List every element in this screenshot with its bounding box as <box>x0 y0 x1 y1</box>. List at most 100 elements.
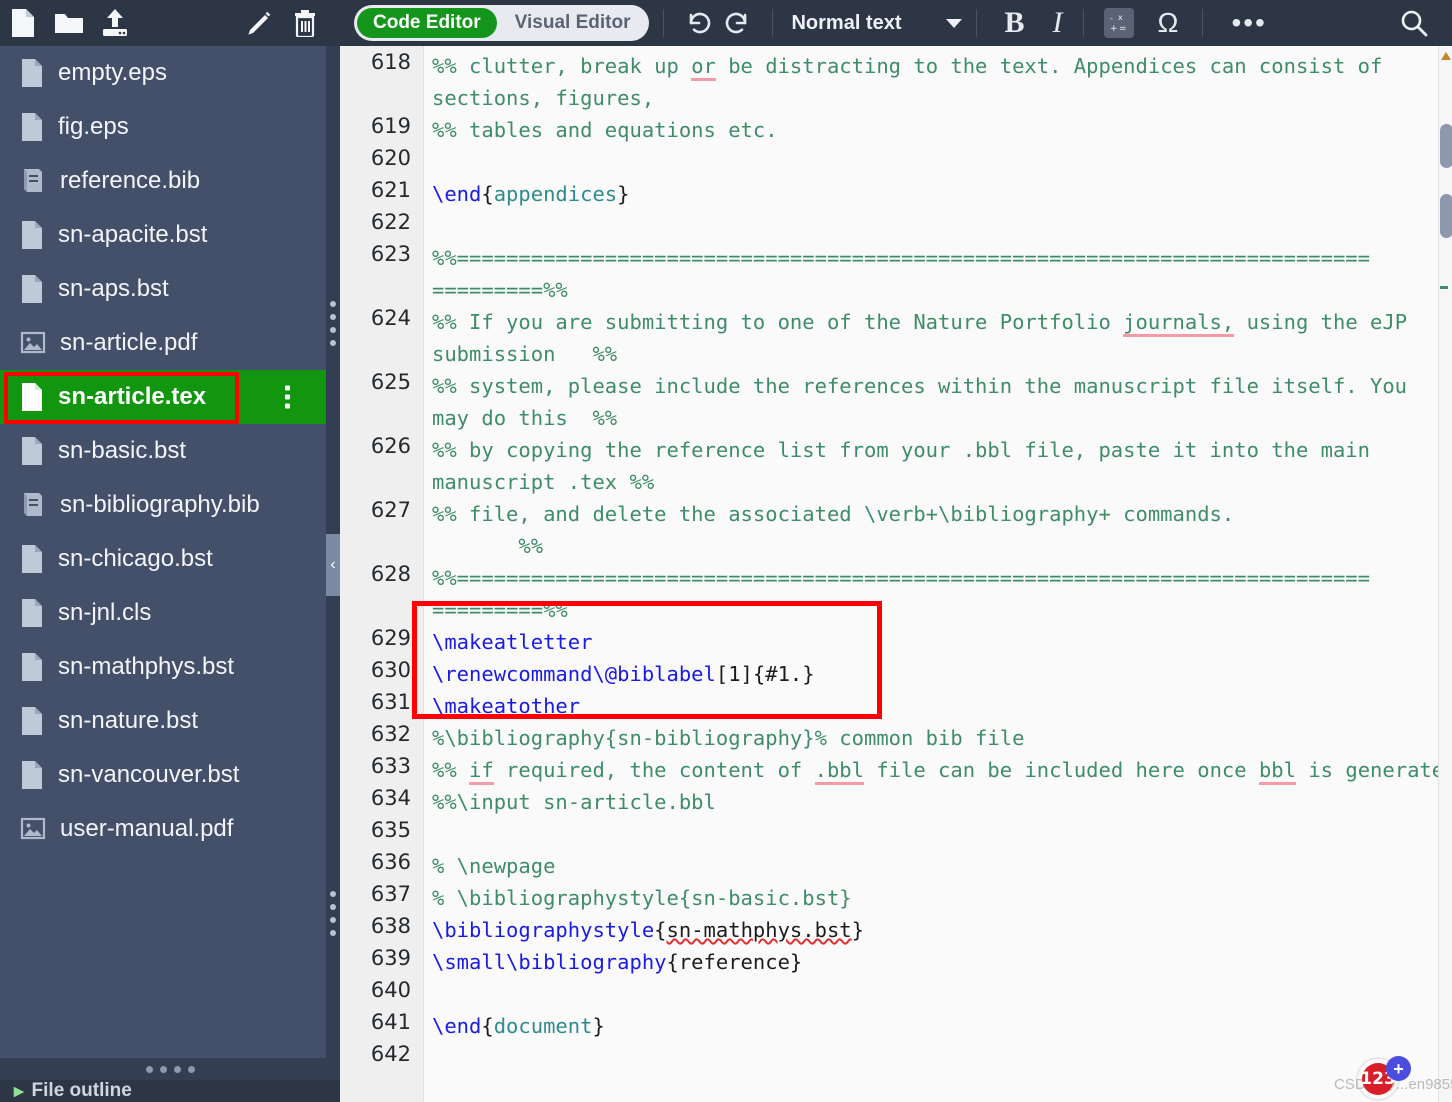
code-line[interactable] <box>432 146 1438 178</box>
file-item[interactable]: fig.eps <box>0 100 326 154</box>
scrollbar-thumb-1[interactable] <box>1440 124 1452 168</box>
scrollbar-thumb-2[interactable] <box>1440 194 1452 238</box>
sidebar-collapse-chevron-icon[interactable]: ‹ <box>326 534 340 596</box>
redo-icon[interactable] <box>718 4 758 42</box>
code-editor-pane[interactable]: 618 619 620 621 622 623 624 625 626 627 628 629 630 6… <box>340 46 1438 1102</box>
undo-icon[interactable] <box>678 4 718 42</box>
file-item[interactable]: sn-bibliography.bib <box>0 478 326 532</box>
code-line[interactable]: %\bibliography{sn-bibliography}% common … <box>432 722 1438 754</box>
code-line[interactable]: submission %% <box>432 338 1438 370</box>
top-toolbar: Code Editor Visual Editor Normal text B <box>0 0 1452 46</box>
file-item[interactable]: sn-chicago.bst <box>0 532 326 586</box>
line-number: 627 <box>370 498 411 522</box>
tab-code-editor[interactable]: Code Editor <box>357 8 497 38</box>
new-file-icon[interactable] <box>0 0 46 46</box>
code-line[interactable]: \renewcommand\@biblabel[1]{#1.} <box>432 658 1438 690</box>
file-item[interactable]: user-manual.pdf <box>0 802 326 856</box>
delete-trash-icon[interactable] <box>282 0 328 46</box>
line-number: 620 <box>370 146 411 170</box>
code-token: %% <box>432 534 544 558</box>
code-line[interactable]: %% system, please include the references… <box>432 370 1438 402</box>
math-icon[interactable]: - x + = <box>1103 8 1134 38</box>
code-line[interactable]: % \newpage <box>432 850 1438 882</box>
code-line[interactable]: \end{document} <box>432 1010 1438 1042</box>
code-line[interactable]: %% tables and equations etc. <box>432 114 1438 146</box>
code-line[interactable] <box>432 1042 1438 1074</box>
file-item[interactable]: reference.bib <box>0 154 326 208</box>
file-item[interactable]: empty.eps <box>0 46 326 100</box>
file-name-label: sn-bibliography.bib <box>60 491 260 518</box>
code-line[interactable]: %% <box>432 530 1438 562</box>
editor-mode-switch[interactable]: Code Editor Visual Editor <box>354 5 650 41</box>
code-token: %% If you are submitting to one of the N… <box>432 310 1124 334</box>
file-icon <box>20 220 44 250</box>
code-token: be distracting to the text. Appendices c… <box>715 54 1383 78</box>
code-token: \small\bibliography <box>432 950 667 974</box>
code-line[interactable]: %%\input sn-article.bbl <box>432 786 1438 818</box>
line-number: 626 <box>370 434 411 458</box>
code-line[interactable]: =========%% <box>432 274 1438 306</box>
file-item[interactable]: sn-aps.bst <box>0 262 326 316</box>
sidebar-bottom-grip[interactable] <box>0 1058 340 1080</box>
line-number: 641 <box>370 1010 411 1034</box>
line-number: 625 <box>370 370 411 394</box>
line-number: 634 <box>370 786 411 810</box>
upload-icon[interactable] <box>92 0 138 46</box>
code-line[interactable]: %% clutter, break up or be distracting t… <box>432 50 1438 82</box>
code-line[interactable]: %%======================================… <box>432 562 1438 594</box>
new-folder-icon[interactable] <box>46 0 92 46</box>
code-line[interactable]: \makeatother <box>432 690 1438 722</box>
code-line[interactable]: \bibliographystyle{sn-mathphys.bst} <box>432 914 1438 946</box>
more-options-icon[interactable]: ••• <box>1217 4 1280 42</box>
code-content[interactable]: %% clutter, break up or be distracting t… <box>424 46 1438 1102</box>
file-item[interactable]: sn-basic.bst <box>0 424 326 478</box>
code-line[interactable]: %% if required, the content of .bbl file… <box>432 754 1438 786</box>
code-line[interactable]: =========%% <box>432 594 1438 626</box>
line-number: 618 <box>370 50 411 74</box>
code-line[interactable]: %% by copying the reference list from yo… <box>432 434 1438 466</box>
file-name-label: sn-vancouver.bst <box>58 761 240 788</box>
code-token: \bibliographystyle <box>432 918 655 942</box>
omega-symbol-button[interactable]: Ω <box>1148 4 1189 42</box>
file-item[interactable]: sn-article.pdf <box>0 316 326 370</box>
code-line[interactable] <box>432 818 1438 850</box>
code-line[interactable]: % \bibliographystyle{sn-basic.bst} <box>432 882 1438 914</box>
code-line[interactable]: %% If you are submitting to one of the N… <box>432 306 1438 338</box>
file-context-menu-icon[interactable] <box>285 385 290 409</box>
bold-button[interactable]: B <box>991 4 1039 42</box>
file-item[interactable]: sn-apacite.bst <box>0 208 326 262</box>
code-line[interactable]: sections, figures, <box>432 82 1438 114</box>
line-number-gutter: 618 619 620 621 622 623 624 625 626 627 628 629 630 6… <box>340 46 424 1102</box>
image-file-icon <box>20 329 46 357</box>
code-line[interactable]: %% file, and delete the associated \verb… <box>432 498 1438 530</box>
splitter-grip-top[interactable] <box>330 301 336 346</box>
file-item[interactable]: sn-jnl.cls <box>0 586 326 640</box>
code-line[interactable]: \small\bibliography{reference} <box>432 946 1438 978</box>
file-toolbar <box>0 0 340 46</box>
file-tree-sidebar[interactable]: empty.eps fig.eps reference.bib sn-apacite.… <box>0 46 326 1058</box>
file-name-label: fig.eps <box>58 113 129 140</box>
line-number: 628 <box>370 562 411 586</box>
file-item[interactable]: sn-vancouver.bst <box>0 748 326 802</box>
code-line[interactable] <box>432 210 1438 242</box>
splitter-grip-bottom[interactable] <box>330 891 336 936</box>
search-icon[interactable] <box>1394 3 1434 43</box>
editor-scrollbar-rail[interactable] <box>1438 46 1452 1102</box>
text-style-select[interactable]: Normal text <box>791 12 962 35</box>
file-item-selected[interactable]: sn-article.tex <box>0 370 326 424</box>
code-line[interactable]: %%======================================… <box>432 242 1438 274</box>
tab-visual-editor[interactable]: Visual Editor <box>499 8 647 38</box>
rename-pencil-icon[interactable] <box>236 0 282 46</box>
editor-toolbar: Code Editor Visual Editor Normal text B <box>340 0 1452 46</box>
code-line[interactable]: may do this %% <box>432 402 1438 434</box>
italic-button[interactable]: I <box>1039 4 1077 42</box>
code-line[interactable]: manuscript .tex %% <box>432 466 1438 498</box>
code-token: %%======================================… <box>432 566 1370 590</box>
file-outline-bar[interactable]: ▸ File outline <box>0 1080 340 1102</box>
code-token: %% file, and delete the associated \verb… <box>432 502 1235 526</box>
file-item[interactable]: sn-mathphys.bst <box>0 640 326 694</box>
code-line[interactable]: \makeatletter <box>432 626 1438 658</box>
code-line[interactable]: \end{appendices} <box>432 178 1438 210</box>
code-line[interactable] <box>432 978 1438 1010</box>
file-item[interactable]: sn-nature.bst <box>0 694 326 748</box>
